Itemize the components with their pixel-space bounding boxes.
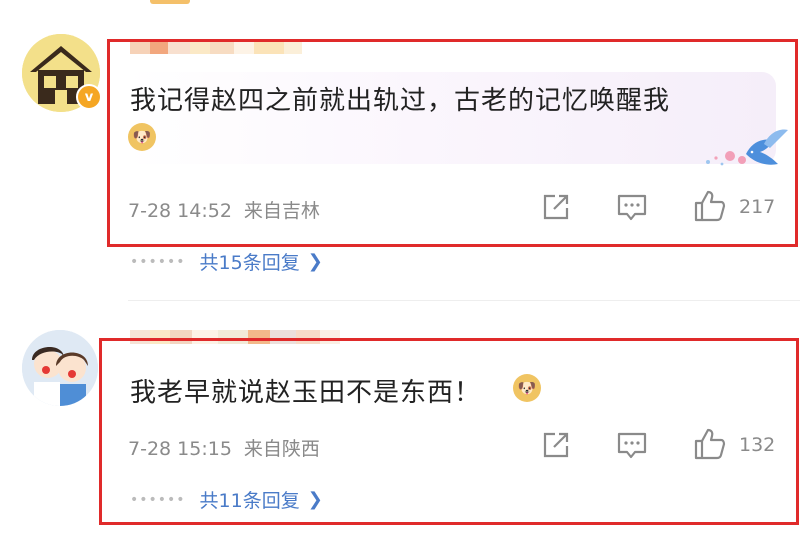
chevron-right-icon: ❯ <box>307 251 323 272</box>
highlight-box <box>107 39 798 247</box>
dots-icon: •••••• <box>130 253 186 270</box>
top-blurred-fragment <box>150 0 190 4</box>
view-replies-link[interactable]: •••••• 共15条回复 ❯ <box>130 248 323 275</box>
avatar[interactable] <box>22 330 98 406</box>
verified-badge: v <box>76 84 102 110</box>
replies-label: 共15条回复 <box>199 252 300 274</box>
comment-divider <box>128 300 800 301</box>
couple-avatar-icon <box>22 330 98 406</box>
highlight-box <box>99 338 799 525</box>
